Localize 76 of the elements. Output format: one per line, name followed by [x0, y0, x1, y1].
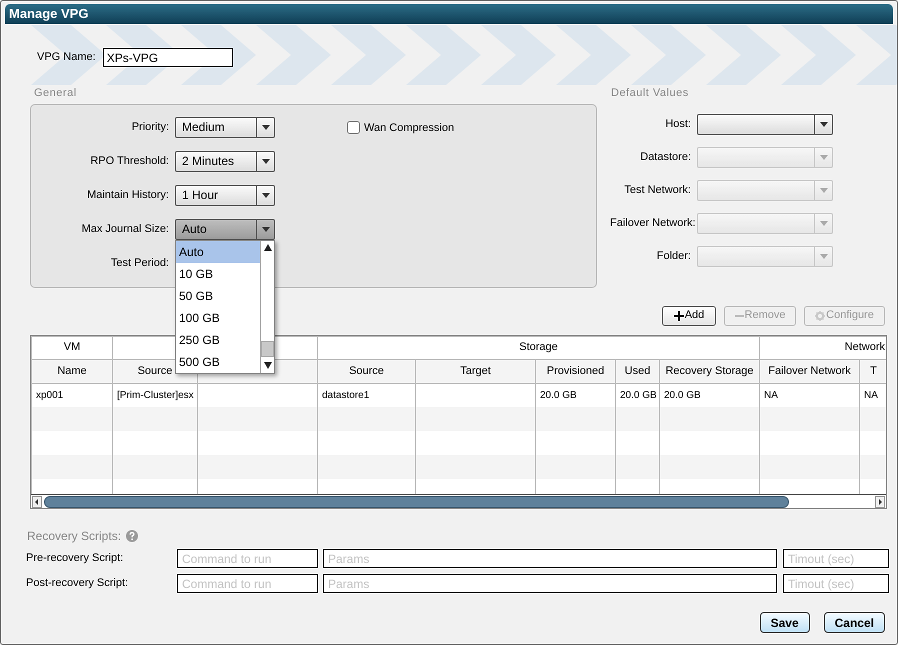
- caret-icon: [820, 122, 828, 126]
- field-label: Test Period:: [110, 256, 170, 271]
- command-input[interactable]: Command to run: [177, 549, 318, 568]
- field-label: Failover Network:: [610, 216, 697, 231]
- params-input[interactable]: Params: [323, 574, 777, 593]
- caret-icon: [262, 226, 270, 232]
- caret-icon: [820, 188, 828, 192]
- dropdown-option[interactable]: 10 GB: [176, 262, 260, 284]
- checkbox-box[interactable]: [347, 121, 360, 134]
- timeout-input[interactable]: Timout (sec): [783, 574, 889, 593]
- field-label: Test Network:: [623, 182, 692, 198]
- table-cell: 20.0 GB: [620, 390, 657, 401]
- column-header: T: [860, 359, 886, 383]
- column-group-header: VM: [32, 336, 112, 359]
- column-header: Target: [416, 359, 536, 383]
- column-header: Recovery Storage: [660, 359, 760, 383]
- window-title: Manage VPG: [5, 4, 893, 24]
- caret-icon: [262, 192, 270, 198]
- name-input[interactable]: XPs-VPG: [102, 48, 233, 67]
- section-title: Default Values: [611, 86, 689, 101]
- field-label: Max Journal Size:: [80, 222, 170, 237]
- caret-icon: [820, 154, 828, 160]
- field-label: Maintain History:: [86, 188, 170, 203]
- timeout-input[interactable]: Timout (sec): [783, 549, 889, 568]
- wan-compression-checkbox[interactable]: Wan Compression: [347, 120, 454, 136]
- column-header: Provisioned: [536, 359, 616, 383]
- scroll-left-icon: [32, 496, 42, 508]
- field-label: RPO Threshold:: [89, 154, 170, 169]
- dropdown-option[interactable]: 500 GB: [176, 350, 260, 372]
- section-title: Recovery Scripts:: [27, 528, 122, 545]
- scroll-thumb[interactable]: [44, 496, 789, 508]
- field-label: Datastore:: [639, 150, 692, 165]
- field-label: Folder:: [656, 248, 692, 264]
- field-label: Post-recovery Script:: [26, 576, 130, 592]
- caret-icon: [262, 124, 270, 130]
- column-group-header: Network: [760, 336, 886, 359]
- table-cell: 20.0 GB: [664, 390, 701, 401]
- field-label: Priority:: [130, 120, 170, 135]
- dropdown-option[interactable]: Auto: [176, 240, 260, 262]
- section-title: General: [34, 86, 77, 101]
- select-field[interactable]: Medium: [175, 116, 275, 138]
- select-field[interactable]: 2 Minutes: [175, 150, 275, 172]
- column-header: Name: [32, 359, 112, 383]
- caret-icon: [820, 254, 828, 258]
- scrollbar[interactable]: [260, 240, 274, 372]
- plus-icon: [674, 310, 684, 320]
- dialog-button[interactable]: Save: [760, 612, 810, 633]
- gear-icon: [815, 310, 826, 320]
- select-field[interactable]: 1 Hour: [175, 184, 275, 206]
- command-input[interactable]: Command to run: [177, 574, 318, 593]
- select-field[interactable]: [697, 114, 833, 134]
- dialog-button[interactable]: Cancel: [824, 612, 885, 633]
- scroll-down-icon: [264, 362, 272, 369]
- field-label: Host:: [664, 116, 692, 132]
- column-header: Failover Network: [760, 359, 860, 383]
- params-input[interactable]: Params: [323, 549, 777, 568]
- table-button[interactable]: Add: [662, 306, 716, 326]
- table-cell: datastore1: [322, 390, 370, 401]
- column-header: Source: [318, 359, 416, 383]
- table-cell: [Prim-Cluster]esx: [117, 390, 194, 401]
- horizontal-scrollbar[interactable]: [31, 494, 886, 508]
- column-group-header: Storage: [318, 336, 760, 359]
- help-icon: [126, 530, 138, 542]
- field-label: Pre-recovery Script:: [26, 551, 124, 566]
- scroll-right-icon: [875, 496, 885, 508]
- table-cell: xp001: [36, 390, 64, 401]
- table-cell: NA: [864, 390, 878, 401]
- scroll-up-icon: [264, 244, 272, 251]
- select-field[interactable]: Auto: [175, 218, 275, 240]
- table-cell: NA: [764, 390, 778, 401]
- field-label: VPG Name:: [37, 50, 96, 66]
- caret-icon: [262, 158, 270, 164]
- scroll-thumb[interactable]: [261, 340, 274, 356]
- caret-icon: [820, 220, 828, 226]
- column-header: Used: [616, 359, 660, 383]
- table-cell: 20.0 GB: [540, 390, 577, 401]
